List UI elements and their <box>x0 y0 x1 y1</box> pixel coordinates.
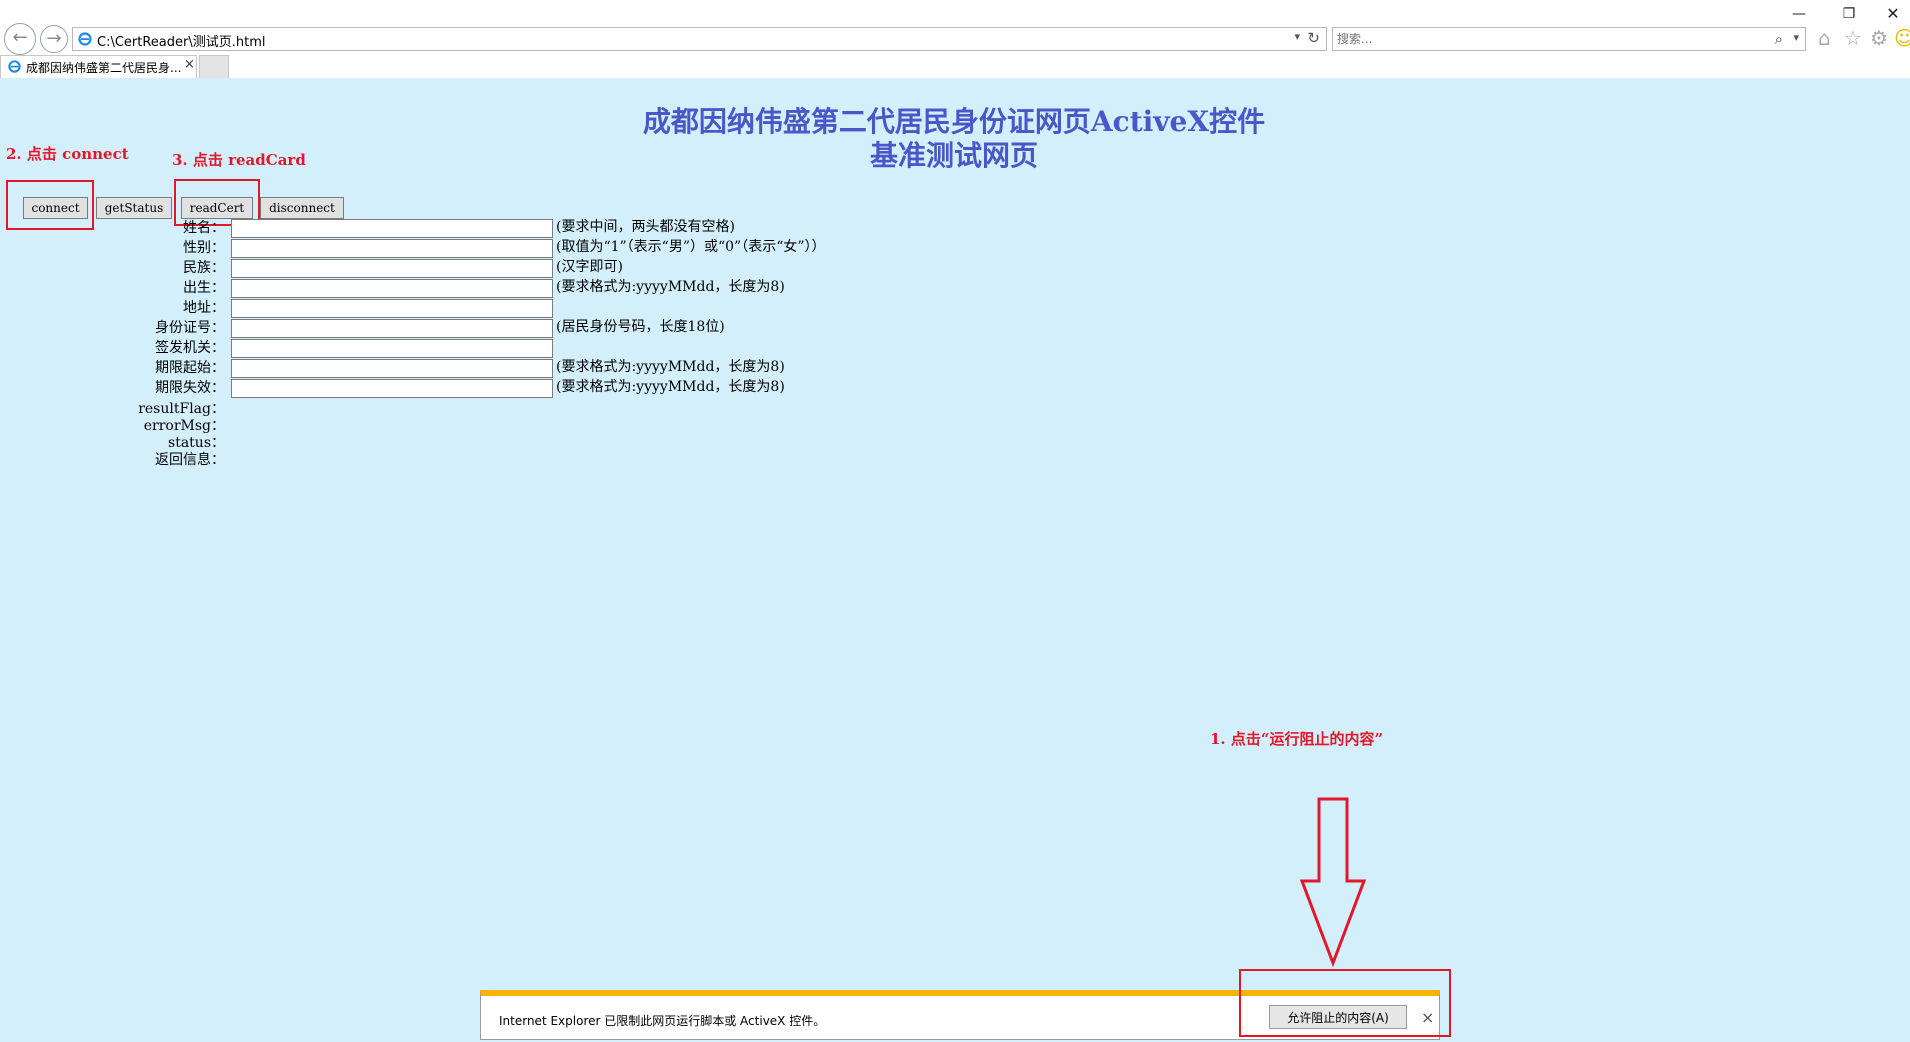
field-label-id-number: 身份证号： <box>155 320 225 336</box>
smiley-feedback-icon[interactable]: ☺ <box>1894 27 1910 49</box>
page-title-line1: 成都因纳伟盛第二代居民身份证网页ActiveX控件 <box>642 105 1266 138</box>
address-input[interactable] <box>231 299 553 318</box>
field-hint-gender: (取值为“1”（表示“男”）或“0”（表示“女”）） <box>556 239 826 255</box>
field-hint-name: (要求中间，两头都没有空格) <box>556 219 735 235</box>
ie-page-icon <box>8 60 21 73</box>
window-close-button[interactable]: ✕ <box>1876 3 1910 25</box>
refresh-icon[interactable]: ↻ <box>1307 29 1320 47</box>
valid-from-input[interactable] <box>231 359 553 378</box>
notification-message: Internet Explorer 已限制此网页运行脚本或 ActiveX 控件… <box>499 1014 826 1028</box>
field-hint-id-number: (居民身份号码，长度18位) <box>556 319 725 335</box>
annotation-arrow-down-icon <box>1300 797 1366 967</box>
id-number-input[interactable] <box>231 319 553 338</box>
new-tab-button[interactable] <box>199 55 229 78</box>
tab-close-icon[interactable]: × <box>184 57 195 72</box>
field-label-valid-to: 期限失效： <box>155 380 225 396</box>
field-label-valid-from: 期限起始： <box>155 360 225 376</box>
field-label-birth: 出生： <box>183 280 225 296</box>
valid-to-input[interactable] <box>231 379 553 398</box>
field-hint-ethnicity: (汉字即可) <box>556 259 623 275</box>
field-hint-birth: (要求格式为:yyyyMMdd，长度为8) <box>556 279 785 295</box>
field-hint-valid-to: (要求格式为:yyyyMMdd，长度为8) <box>556 379 785 395</box>
home-icon[interactable]: ⌂ <box>1818 27 1831 49</box>
minimize-button[interactable]: — <box>1782 3 1816 25</box>
field-label-ethnicity: 民族： <box>183 260 225 276</box>
arrow-right-icon: → <box>46 28 62 49</box>
gender-input[interactable] <box>231 239 553 258</box>
field-label-issuer: 签发机关： <box>155 340 225 356</box>
disconnect-button[interactable]: disconnect <box>260 197 344 219</box>
annotation-step2: 2. 点击 connect <box>6 145 129 163</box>
back-button[interactable]: ← <box>4 23 36 55</box>
address-bar[interactable]: C:\CertReader\测试页.html ▾ ↻ <box>72 27 1327 51</box>
gear-icon[interactable]: ⚙ <box>1870 27 1888 49</box>
search-box[interactable]: ⌕ ▾ <box>1332 27 1806 51</box>
ie-page-icon <box>78 32 92 46</box>
search-icon[interactable]: ⌕ <box>1775 30 1783 48</box>
ethnicity-input[interactable] <box>231 259 553 278</box>
forward-button[interactable]: → <box>40 25 68 53</box>
restore-button[interactable]: ❐ <box>1832 3 1866 25</box>
arrow-left-icon: ← <box>12 27 28 48</box>
field-label-gender: 性别： <box>183 240 225 256</box>
annotation-step1: 1. 点击“运行阻止的内容” <box>1210 730 1384 748</box>
output-label-return-info: 返回信息： <box>155 452 225 468</box>
getstatus-button[interactable]: getStatus <box>96 197 172 219</box>
favorites-star-icon[interactable]: ☆ <box>1844 27 1862 49</box>
browser-chrome: ← → C:\CertReader\测试页.html ▾ ↻ ⌕ ▾ ⌂ ☆ ⚙… <box>0 0 1910 78</box>
field-hint-valid-from: (要求格式为:yyyyMMdd，长度为8) <box>556 359 785 375</box>
chevron-down-icon[interactable]: ▾ <box>1294 30 1300 43</box>
address-text[interactable]: C:\CertReader\测试页.html <box>97 31 266 50</box>
field-label-name: 姓名： <box>183 220 225 236</box>
tab-title: 成都因纳伟盛第二代居民身... <box>26 61 182 75</box>
birth-input[interactable] <box>231 279 553 298</box>
chevron-down-icon[interactable]: ▾ <box>1793 31 1799 44</box>
search-input[interactable] <box>1337 30 1737 48</box>
browser-tab[interactable]: 成都因纳伟盛第二代居民身... × <box>0 55 197 78</box>
issuer-input[interactable] <box>231 339 553 358</box>
annotation-step3: 3. 点击 readCard <box>172 151 306 169</box>
field-label-address: 地址： <box>183 300 225 316</box>
name-input[interactable] <box>231 219 553 238</box>
annotation-highlight-allow <box>1239 969 1451 1037</box>
